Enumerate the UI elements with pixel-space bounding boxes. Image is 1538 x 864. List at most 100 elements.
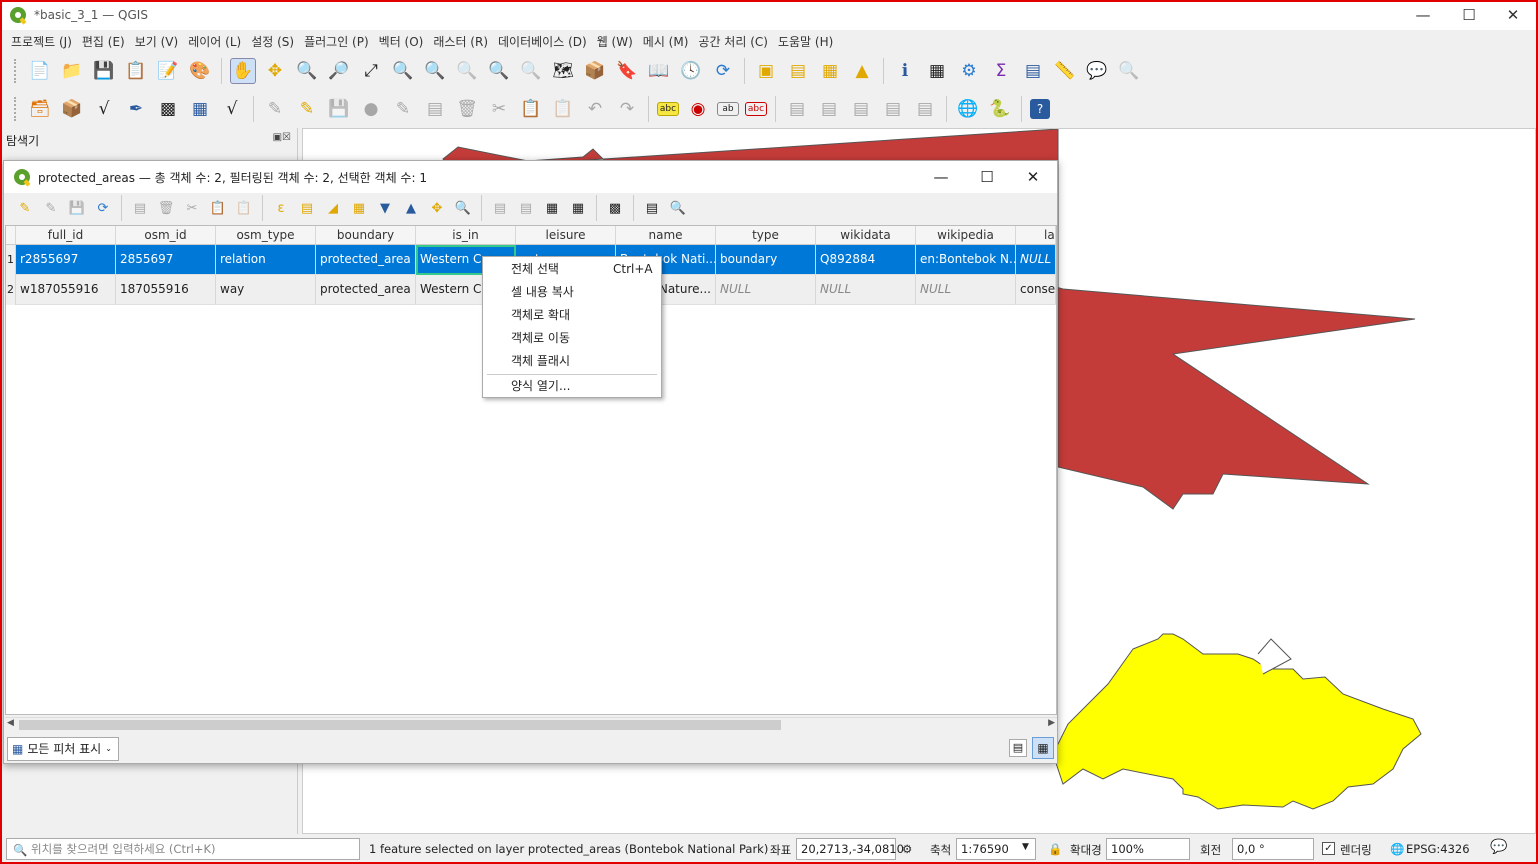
magnifier-field[interactable]: 100% — [1106, 838, 1190, 860]
new-map-view-icon[interactable]: 🗺 — [550, 58, 576, 84]
new-shapefile-layer-icon[interactable]: √ — [91, 96, 117, 122]
new-geopackage-layer-icon[interactable]: 📦 — [59, 96, 85, 122]
table-cell[interactable]: boundary — [716, 245, 816, 275]
column-header[interactable]: lar — [1016, 226, 1056, 244]
toolbar-grip[interactable] — [14, 97, 18, 121]
table-cell[interactable]: NULL — [716, 275, 816, 305]
table-cell[interactable]: NULL — [816, 275, 916, 305]
table-cell[interactable]: relation — [216, 245, 316, 275]
column-header[interactable]: is_in — [416, 226, 516, 244]
scrollbar-thumb[interactable] — [19, 720, 781, 730]
close-button[interactable]: ✕ — [1490, 0, 1536, 30]
dock-icon[interactable]: ▤ — [641, 197, 663, 219]
menu-web[interactable]: 웹 (W) — [597, 33, 633, 50]
menu-database[interactable]: 데이터베이스 (D) — [498, 33, 587, 50]
add-feature-icon[interactable]: ● — [358, 96, 384, 122]
redo-icon[interactable]: ↷ — [614, 96, 640, 122]
statistics-icon[interactable]: Σ — [988, 58, 1014, 84]
select-by-value-icon[interactable]: ▤ — [785, 58, 811, 84]
save-edits-icon[interactable]: 💾 — [66, 197, 88, 219]
column-header[interactable]: boundary — [316, 226, 416, 244]
horizontal-scrollbar[interactable]: ◀ ▶ — [5, 717, 1057, 731]
pan-icon[interactable]: ✋ — [230, 58, 256, 84]
open-attribute-table-icon[interactable]: ▦ — [924, 58, 950, 84]
menu-view[interactable]: 보기 (V) — [135, 33, 178, 50]
table-cell[interactable]: en:Bontebok N... — [916, 245, 1016, 275]
rotation-field[interactable]: 0,0 ° — [1232, 838, 1314, 860]
render-checkbox[interactable]: ✓ — [1322, 842, 1335, 855]
menu-help[interactable]: 도움말 (H) — [778, 33, 833, 50]
table-cell[interactable]: Q892884 — [816, 245, 916, 275]
field-calculator-icon[interactable]: ▦ — [541, 197, 563, 219]
locator-search-input[interactable]: 🔍 위치를 찾으려면 입력하세요 (Ctrl+K) — [6, 838, 360, 860]
open-project-icon[interactable]: 📁 — [59, 58, 85, 84]
column-header[interactable]: leisure — [516, 226, 616, 244]
actions-icon[interactable]: ▩ — [604, 197, 626, 219]
messages-icon[interactable]: 💬 — [1490, 839, 1507, 855]
invert-selection-icon[interactable]: ◢ — [322, 197, 344, 219]
menu-raster[interactable]: 래스터 (R) — [433, 33, 488, 50]
new-project-icon[interactable]: 📄 — [27, 58, 53, 84]
toggle-editing-icon[interactable]: ✎ — [294, 96, 320, 122]
menu-mesh[interactable]: 메시 (M) — [643, 33, 689, 50]
paste-features-icon[interactable]: 📋 — [550, 96, 576, 122]
save-project-icon[interactable]: 💾 — [91, 58, 117, 84]
toolbar-grip[interactable] — [14, 59, 18, 83]
menu-item-zoom-to-feature[interactable]: 객체로 확대 — [483, 304, 661, 327]
deselect-icon[interactable]: ▦ — [817, 58, 843, 84]
new-temp-layer-icon[interactable]: ▩ — [155, 96, 181, 122]
menu-item-flash-feature[interactable]: 객체 플래시 — [483, 350, 661, 373]
globe-plugin-icon[interactable]: 🌐 — [955, 96, 981, 122]
lock-icon[interactable]: 🔒 — [1048, 842, 1062, 856]
move-selection-top-icon[interactable]: ▲ — [400, 197, 422, 219]
menu-plugins[interactable]: 플러그인 (P) — [304, 33, 369, 50]
refresh-icon[interactable]: ⟳ — [710, 58, 736, 84]
table-view-icon[interactable]: ▦ — [1032, 737, 1054, 759]
menu-layer[interactable]: 레이어 (L) — [188, 33, 241, 50]
new-bookmark-icon[interactable]: 🔖 — [614, 58, 640, 84]
identify-icon[interactable]: ℹ — [892, 58, 918, 84]
column-header[interactable]: wikipedia — [916, 226, 1016, 244]
measure-icon[interactable]: 📏 — [1052, 58, 1078, 84]
rotate-label-icon[interactable]: ▤ — [848, 96, 874, 122]
table-cell[interactable]: 187055916 — [116, 275, 216, 305]
pan-to-selection-icon[interactable]: ✥ — [262, 58, 288, 84]
menu-item-copy-cell[interactable]: 셀 내용 복사 — [483, 281, 661, 304]
toggle-editing-icon[interactable]: ✎ — [14, 197, 36, 219]
style-manager-icon[interactable]: 🎨 — [187, 58, 213, 84]
table-cell[interactable]: protected_area — [316, 245, 416, 275]
table-cell[interactable]: r2855697 — [16, 245, 116, 275]
column-header[interactable]: full_id — [16, 226, 116, 244]
multi-edit-icon[interactable]: ✎ — [40, 197, 62, 219]
menu-processing[interactable]: 공간 처리 (C) — [698, 33, 768, 50]
panel-float-close-icon[interactable]: ▣☒ — [273, 132, 291, 143]
python-console-icon[interactable]: 🐍 — [987, 96, 1013, 122]
menu-vector[interactable]: 벡터 (O) — [379, 33, 424, 50]
column-header[interactable]: name — [616, 226, 716, 244]
cut-icon[interactable]: ✂ — [181, 197, 203, 219]
row-number[interactable]: 1 — [6, 245, 16, 275]
new-3d-map-icon[interactable]: 📦 — [582, 58, 608, 84]
crs-button[interactable]: EPSG:4326 — [1406, 842, 1470, 856]
new-field-icon[interactable]: ▤ — [489, 197, 511, 219]
new-virtual-layer-icon[interactable]: ▦ — [187, 96, 213, 122]
scale-dropdown-icon[interactable]: ▼ — [1022, 842, 1029, 852]
layout-manager-icon[interactable]: 📝 — [155, 58, 181, 84]
table-cell[interactable]: 2855697 — [116, 245, 216, 275]
corner-cell[interactable] — [6, 226, 16, 244]
menu-settings[interactable]: 설정 (S) — [251, 33, 294, 50]
menu-item-pan-to-feature[interactable]: 객체로 이동 — [483, 327, 661, 350]
modify-attributes-icon[interactable]: ▤ — [422, 96, 448, 122]
copy-features-icon[interactable]: 📋 — [518, 96, 544, 122]
label-tool-icon[interactable]: abc — [657, 102, 679, 116]
toggle-extents-icon[interactable]: ⚙ — [902, 842, 912, 856]
add-vector-icon[interactable]: √ — [219, 96, 245, 122]
column-header[interactable]: wikidata — [816, 226, 916, 244]
table-cell[interactable]: NULL — [916, 275, 1016, 305]
reload-icon[interactable]: ⟳ — [92, 197, 114, 219]
table-cell[interactable]: w187055916 — [16, 275, 116, 305]
dialog-close-button[interactable]: ✕ — [1010, 161, 1056, 193]
add-feature-icon[interactable]: ▤ — [129, 197, 151, 219]
select-location-icon[interactable]: ▲ — [849, 58, 875, 84]
change-label-icon[interactable]: ▤ — [880, 96, 906, 122]
